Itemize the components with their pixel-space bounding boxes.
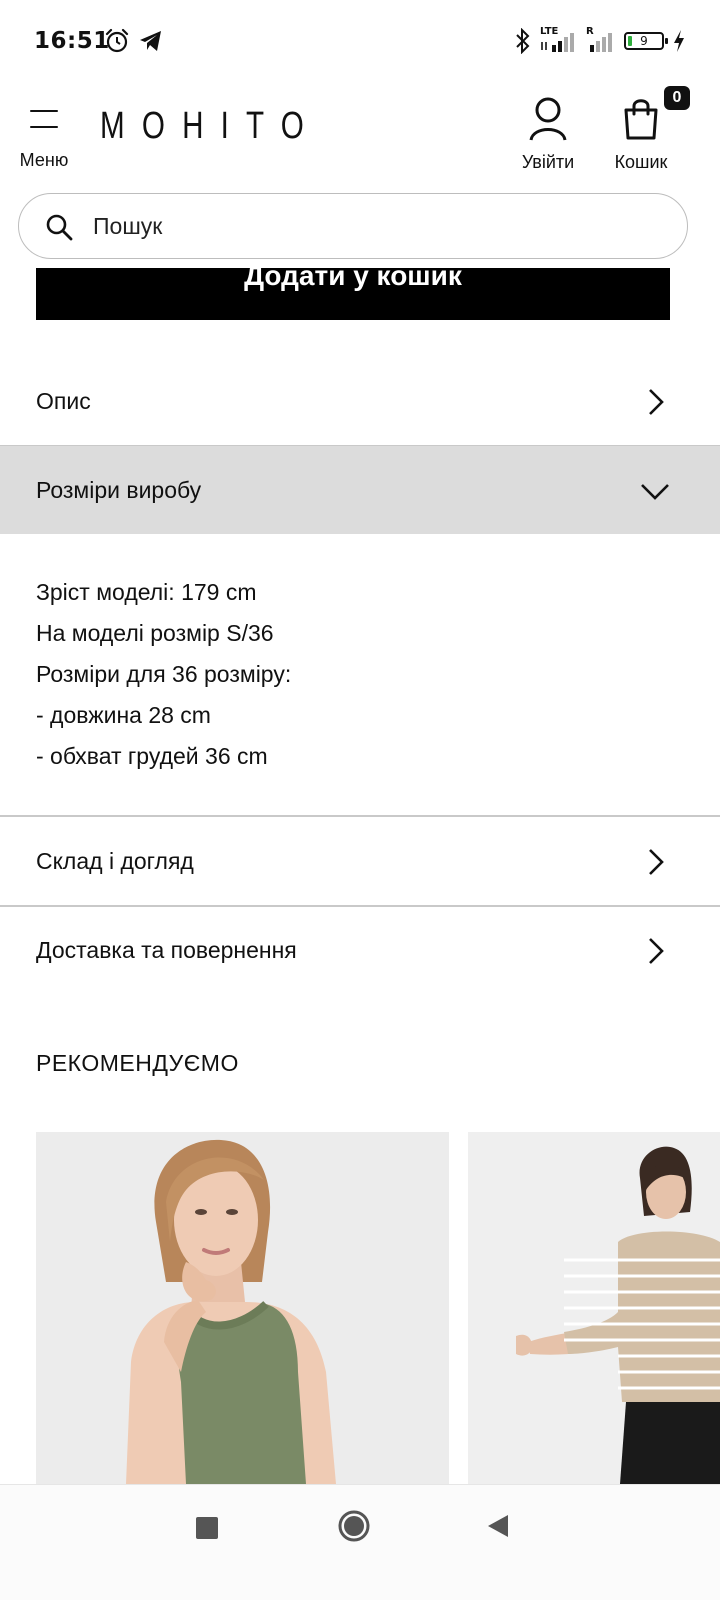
user-icon [529,97,567,141]
cart-count-badge: 0 [664,86,690,110]
status-time: 16:51 [34,28,110,54]
system-nav-bar [0,1484,720,1600]
battery-level: 9 [640,34,648,48]
accordion-delivery[interactable]: Доставка та повернення [0,906,720,994]
product-card[interactable] [468,1132,720,1484]
search-icon [46,214,73,241]
product-image [468,1132,720,1484]
size-info-line: На моделі розмір S/36 [36,620,274,646]
battery-icon: 9 [624,32,668,50]
chevron-right-icon [649,389,664,415]
sizes-panel: Зріст моделі: 179 cm На моделі розмір S/… [36,572,676,777]
login-button[interactable]: Увійти [516,94,580,178]
add-to-cart-button[interactable]: Додати у кошик [36,268,670,320]
size-info-line: - обхват грудей 36 cm [36,743,268,769]
chevron-right-icon [649,938,664,964]
header: Меню MOHITO Увійти Кошик [0,84,720,188]
signal-icon [590,33,612,52]
accordion-delivery-label: Доставка та повернення [36,937,297,963]
chevron-right-icon [649,849,664,875]
recent-apps-button[interactable] [196,1517,218,1539]
menu-button[interactable]: Меню [14,104,74,176]
menu-label: Меню [19,150,69,170]
size-info-line: Розміри для 36 розміру: [36,661,292,687]
alarm-icon [105,28,129,53]
status-left-icons [104,28,164,54]
add-to-cart-area: Додати у кошик [36,268,670,320]
page: 16:51 LTE R 9 Меню MOHITO Увійти Кошик 0… [0,0,720,1600]
recommendations-title: РЕКОМЕНДУЄМО [36,1050,239,1076]
lte-signal: LTE [540,26,578,54]
chevron-down-icon [641,484,669,500]
bluetooth-icon [516,28,530,54]
search-input[interactable]: Пошук [18,193,688,259]
telegram-icon [140,31,161,51]
cart-label: Кошик [614,152,668,172]
size-info-line: - довжина 28 cm [36,702,211,728]
shopping-bag-icon [624,99,658,140]
battery-fill [628,36,632,46]
back-button[interactable] [486,1513,510,1539]
status-bar: 16:51 LTE R 9 [0,0,720,84]
hamburger-icon [30,110,58,130]
size-info-line: Зріст моделі: 179 cm [36,579,257,605]
roaming-signal: R [586,26,616,54]
signal-icon [541,33,574,52]
accordion-description[interactable]: Опис [0,357,720,445]
brand-logo[interactable]: MOHITO [100,104,304,148]
accordion-sizes[interactable]: Розміри виробу [0,446,720,534]
accordion-composition[interactable]: Склад і догляд [0,817,720,905]
charging-icon [674,30,684,52]
accordion-description-label: Опис [36,388,91,414]
login-label: Увійти [521,152,575,172]
accordion-sizes-label: Розміри виробу [36,477,202,503]
product-card[interactable] [36,1132,449,1484]
search-placeholder: Пошук [93,213,163,239]
home-button[interactable] [337,1509,371,1543]
product-image [36,1132,449,1484]
status-right-icons: LTE R 9 [514,26,686,54]
accordion-composition-label: Склад і догляд [36,848,194,874]
